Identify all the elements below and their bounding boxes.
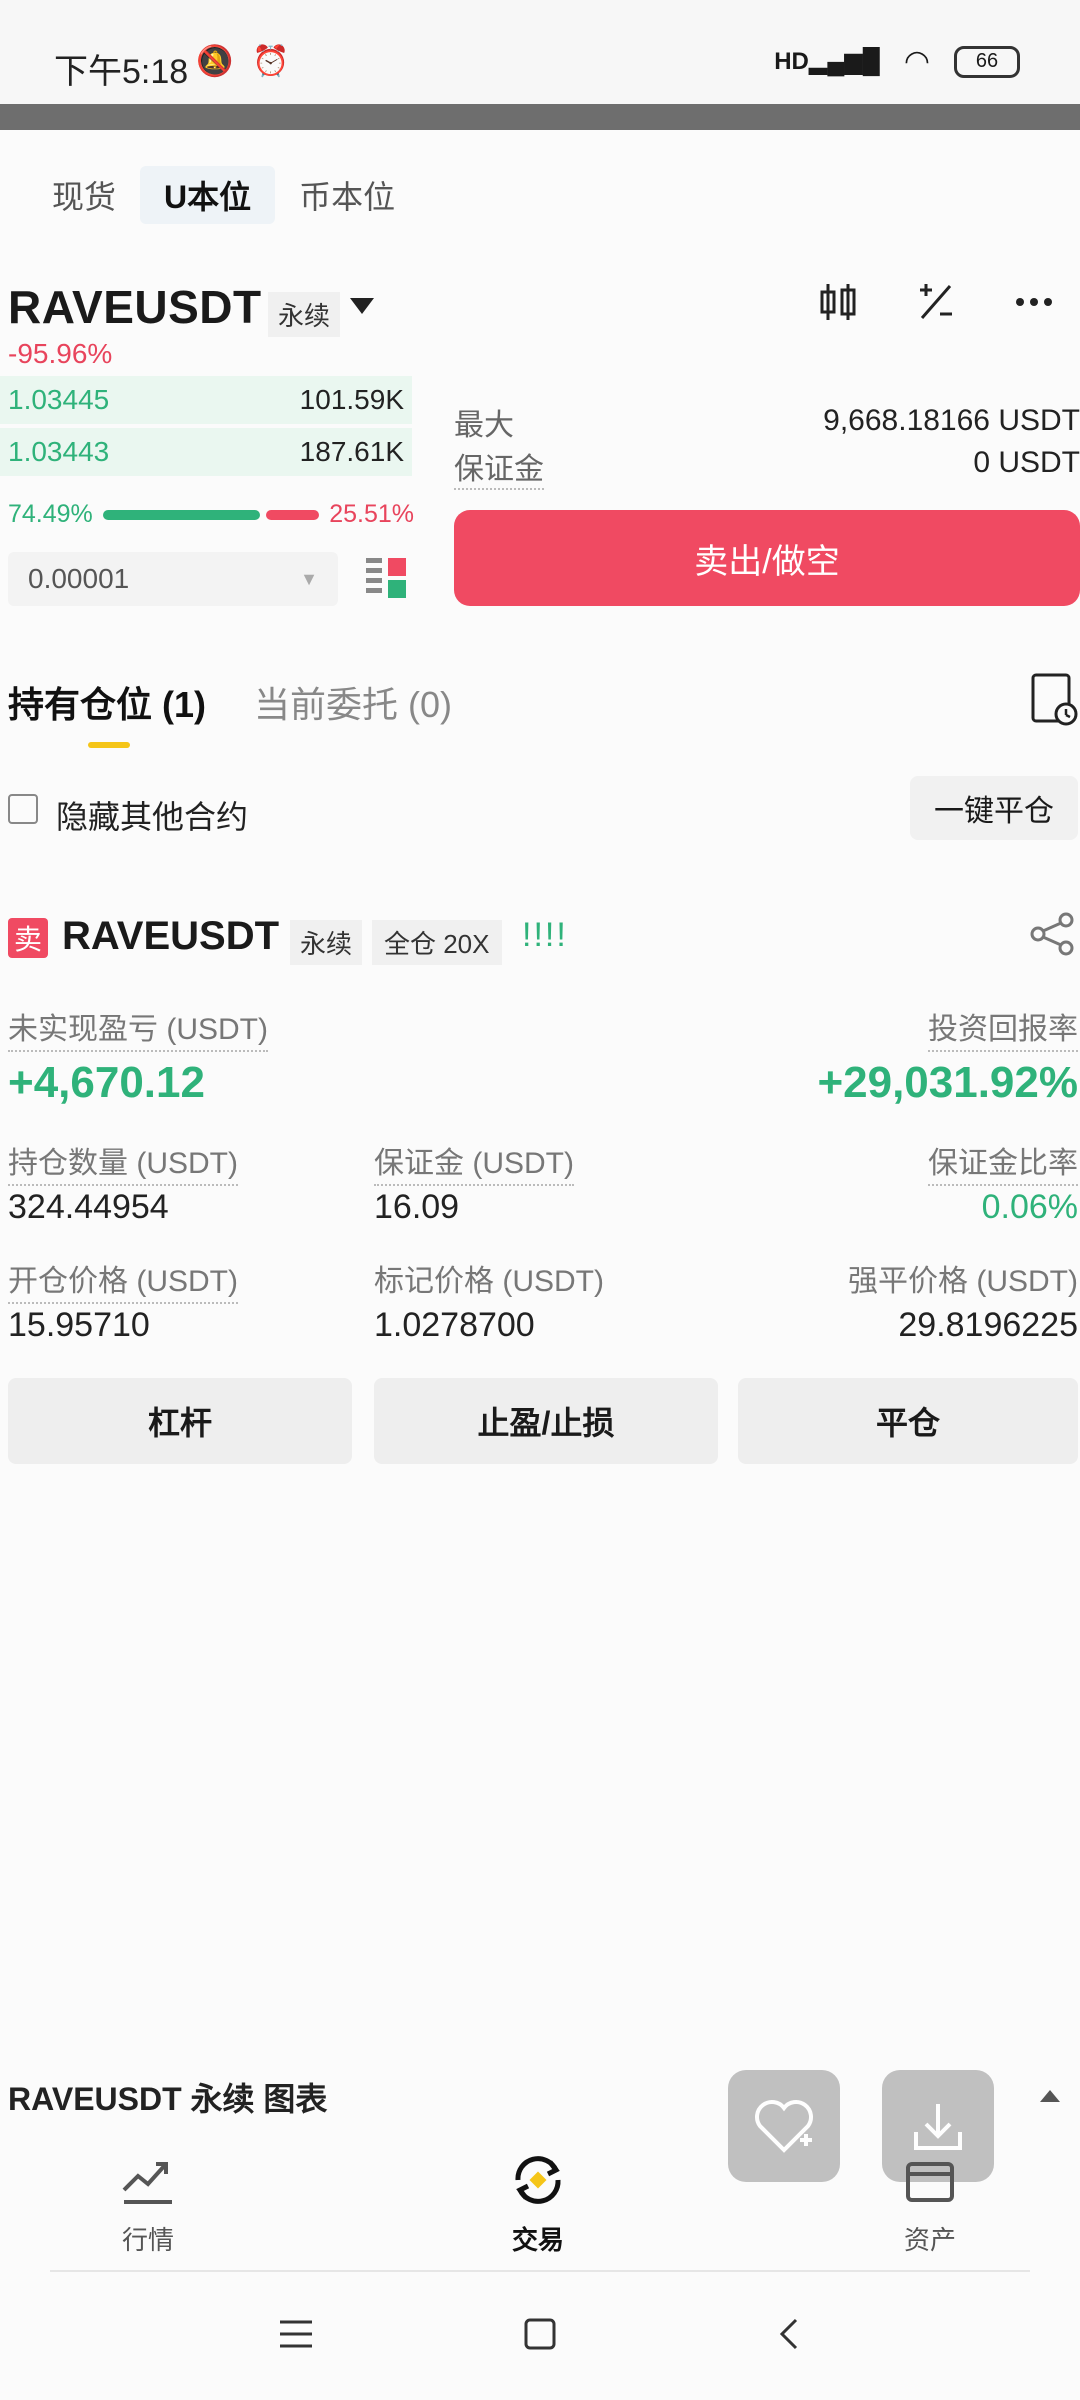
wifi-icon: ◠ <box>903 45 930 78</box>
nav-trade-label: 交易 <box>511 2225 564 2255</box>
nav-market-label: 行情 <box>121 2225 174 2255</box>
top-actions <box>816 280 1056 324</box>
roi-value: +29,031.92% <box>817 1058 1078 1107</box>
nav-divider <box>50 2270 1030 2272</box>
orderbook-row[interactable]: 1.03445 101.59K <box>0 376 412 424</box>
buy-ratio: 74.49% <box>8 500 93 528</box>
max-label: 最大 <box>454 409 514 442</box>
orderbook-price: 1.03445 <box>8 384 110 415</box>
tab-open-orders[interactable]: 当前委托 (0) <box>254 676 452 728</box>
download-icon <box>914 2104 962 2150</box>
history-icon[interactable] <box>1030 672 1078 728</box>
calculator-icon[interactable] <box>914 280 958 324</box>
margin-label: 保证金 (USDT) <box>374 1138 574 1186</box>
tab-positions[interactable]: 持有仓位 (1) <box>8 676 206 728</box>
dropdown-icon: ▼ <box>300 568 318 589</box>
home-icon[interactable] <box>522 2316 558 2352</box>
orderbook-price: 1.03443 <box>8 436 110 467</box>
risk-level-icon: !!!! <box>522 916 568 954</box>
margin-mode-tag: 全仓 20X <box>372 920 502 965</box>
max-value: 9,668.18166 USDT <box>823 404 1080 437</box>
active-tab-indicator <box>88 742 130 748</box>
battery-icon: 66 <box>954 45 1020 78</box>
chevron-down-icon[interactable] <box>350 298 374 314</box>
size-label: 持仓数量 (USDT) <box>8 1138 238 1186</box>
mark-price-label: 标记价格 (USDT) <box>374 1265 604 1298</box>
margin-value: 0 USDT <box>973 446 1080 479</box>
precision-select[interactable]: 0.00001 ▼ <box>8 552 338 606</box>
margin-ratio-value: 0.06% <box>981 1188 1078 1226</box>
liquidation-price-label: 强平价格 (USDT) <box>848 1265 1078 1298</box>
chart-toggle-label[interactable]: RAVEUSDT 永续 图表 <box>8 2074 327 2120</box>
orderbook-qty: 187.61K <box>299 436 404 467</box>
entry-price-value: 15.95710 <box>8 1306 150 1344</box>
position-tabs: 持有仓位 (1) 当前委托 (0) <box>8 676 452 728</box>
close-all-button[interactable]: 一键平仓 <box>910 776 1078 840</box>
candlestick-icon[interactable] <box>816 280 860 324</box>
perpetual-tag: 永续 <box>268 292 341 337</box>
nav-trade[interactable]: 交易 <box>508 2150 568 2257</box>
hide-others-label: 隐藏其他合约 <box>56 799 249 835</box>
size-value: 324.44954 <box>8 1188 169 1226</box>
mark-price-value: 1.0278700 <box>374 1306 535 1344</box>
trend-icon <box>122 2162 172 2204</box>
entry-price-label: 开仓价格 (USDT) <box>8 1256 238 1304</box>
orderbook-qty: 101.59K <box>299 384 404 415</box>
sell-short-button[interactable]: 卖出/做空 <box>454 510 1080 606</box>
tab-spot[interactable]: 现货 <box>28 166 140 224</box>
tab-usdt-margined[interactable]: U本位 <box>140 166 276 224</box>
alarm-icon: ⏰ <box>252 45 290 78</box>
tp-sl-button[interactable]: 止盈/止损 <box>374 1378 718 1464</box>
unrealized-pnl-label: 未实现盈亏 (USDT) <box>8 1004 268 1052</box>
liquidation-price-value: 29.8196225 <box>898 1306 1078 1344</box>
tab-coin-margined[interactable]: 币本位 <box>275 166 419 224</box>
status-time: 下午5:18 <box>54 53 189 91</box>
menu-icon[interactable] <box>278 2316 314 2352</box>
market-tabs: 现货 U本位 币本位 <box>28 166 419 224</box>
nav-market[interactable]: 行情 <box>118 2150 178 2257</box>
status-bar: 下午5:18 HD▂▄▆█ ◠ 66 🔕 ⏰ <box>0 0 1080 104</box>
sell-ratio-bar <box>265 509 320 520</box>
close-position-button[interactable]: 平仓 <box>738 1378 1078 1464</box>
sell-side-badge: 卖 <box>8 918 48 958</box>
nav-assets-label: 资产 <box>903 2225 956 2255</box>
favorite-add-button[interactable] <box>728 2070 840 2182</box>
margin-value: 16.09 <box>374 1188 460 1226</box>
orderbook-row[interactable]: 1.03443 187.61K <box>0 428 412 476</box>
buy-ratio-bar <box>102 509 260 520</box>
pair-symbol[interactable]: RAVEUSDT <box>8 280 262 334</box>
buy-sell-ratio: 74.49% 25.51% <box>8 500 414 529</box>
nav-assets[interactable]: 资产 <box>900 2150 960 2257</box>
back-icon[interactable] <box>772 2316 808 2352</box>
more-icon[interactable] <box>1012 280 1056 324</box>
wallet-icon <box>906 2162 954 2202</box>
share-icon[interactable] <box>1028 910 1076 958</box>
ratio-bar <box>102 509 320 520</box>
mute-icon: 🔕 <box>196 45 234 78</box>
precision-value: 0.00001 <box>28 563 130 594</box>
unrealized-pnl-value: +4,670.12 <box>8 1058 205 1107</box>
status-icons: HD▂▄▆█ ◠ 66 <box>774 44 1020 79</box>
top-divider <box>0 104 1080 130</box>
trade-icon <box>515 2156 561 2204</box>
heart-plus-icon <box>755 2100 813 2153</box>
leverage-button[interactable]: 杠杆 <box>8 1378 352 1464</box>
price-change: -95.96% <box>8 338 113 369</box>
orderbook-layout-icon[interactable] <box>366 556 406 600</box>
margin-ratio-label: 保证金比率 <box>928 1138 1078 1186</box>
chevron-up-icon[interactable] <box>1040 2090 1060 2102</box>
roi-label: 投资回报率 <box>928 1004 1078 1052</box>
margin-label: 保证金 <box>454 444 544 490</box>
position-symbol[interactable]: RAVEUSDT <box>62 914 279 959</box>
sell-ratio: 25.51% <box>329 500 414 528</box>
hide-others-checkbox[interactable] <box>8 794 38 824</box>
perpetual-tag: 永续 <box>290 920 363 965</box>
signal-icon: HD▂▄▆█ <box>774 48 880 75</box>
